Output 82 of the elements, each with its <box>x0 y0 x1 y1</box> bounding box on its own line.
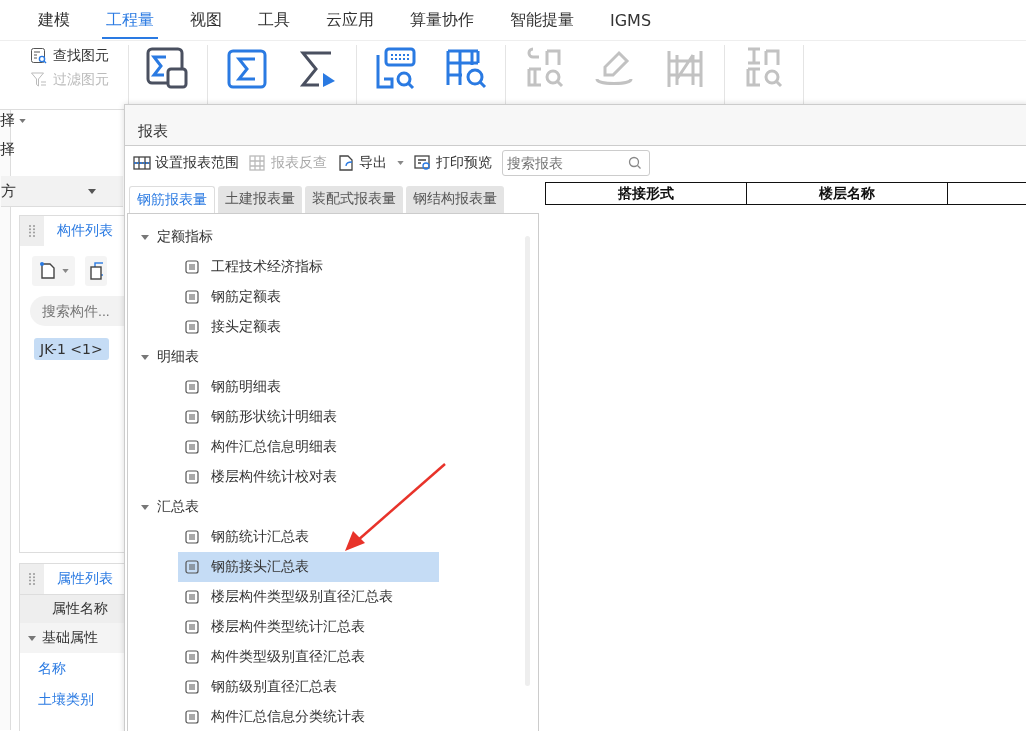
search-field[interactable]: 搜索报表 <box>502 150 650 176</box>
ribbon-label[interactable]: 择 <box>0 140 15 159</box>
tree-item[interactable]: 钢筋接头汇总表 <box>178 552 439 582</box>
report-tab[interactable]: 钢筋报表量 <box>129 186 215 213</box>
document-icon <box>185 470 199 484</box>
menu-tab[interactable]: 工具 <box>240 1 308 39</box>
tree-item[interactable]: 接头定额表 <box>178 312 439 342</box>
tree-item[interactable]: 构件汇总信息明细表 <box>178 432 439 462</box>
new-button[interactable] <box>32 256 75 286</box>
document-icon <box>185 410 199 424</box>
export-icon <box>337 154 355 172</box>
document-icon <box>185 620 199 634</box>
group-label: 汇总表 <box>157 498 199 516</box>
print-icon <box>414 154 432 172</box>
caret-icon[interactable] <box>397 161 404 165</box>
group-label: 明细表 <box>157 348 199 366</box>
document-icon <box>185 680 199 694</box>
search-icon <box>628 156 642 170</box>
menu-tab[interactable]: 算量协作 <box>392 1 492 39</box>
tree-group[interactable]: 定额指标 <box>128 222 538 252</box>
group-label: 定额指标 <box>157 228 213 246</box>
caret-icon <box>88 188 96 194</box>
caret-icon <box>62 269 69 273</box>
report-tab[interactable]: 土建报表量 <box>218 186 302 213</box>
copy-icon <box>89 261 103 281</box>
document-icon <box>185 650 199 664</box>
search-icon <box>30 47 48 65</box>
tree-item[interactable]: 构件汇总信息分类统计表 <box>178 702 439 731</box>
document-icon <box>185 530 199 544</box>
document-icon <box>185 560 199 574</box>
tree-item[interactable]: 楼层构件类型统计汇总表 <box>178 612 439 642</box>
document-icon <box>185 290 199 304</box>
toolbar-button[interactable]: 导出 <box>337 154 404 172</box>
tree-item[interactable]: 楼层构件统计校对表 <box>178 462 439 492</box>
menu-tab[interactable]: 建模 <box>38 1 88 39</box>
document-icon <box>185 440 199 454</box>
menu-tab[interactable]: 视图 <box>172 1 240 39</box>
tree-item[interactable]: 钢筋统计汇总表 <box>178 522 439 552</box>
toolbar-button[interactable]: 打印预览 <box>414 154 492 172</box>
lookup-icon <box>249 154 267 172</box>
group-label: 基础属性 <box>42 629 98 647</box>
tree-item[interactable]: 钢筋定额表 <box>178 282 439 312</box>
ribbon-label[interactable]: 择 <box>0 111 15 130</box>
drag-handle-icon[interactable] <box>29 225 35 237</box>
menu-tab[interactable]: 云应用 <box>308 1 392 39</box>
menu-tab[interactable]: IGMS <box>592 2 670 38</box>
tree-item[interactable]: 楼层构件类型级别直径汇总表 <box>178 582 439 612</box>
tree-item[interactable]: 钢筋形状统计明细表 <box>178 402 439 432</box>
column-header: 楼层名称 <box>747 183 948 204</box>
column-header: 搭接形式 <box>546 183 747 204</box>
caret-icon <box>141 504 149 510</box>
range-icon <box>133 154 151 172</box>
menu-tab[interactable]: 智能提量 <box>492 1 592 39</box>
report-tab[interactable]: 装配式报表量 <box>305 186 403 213</box>
tree-group[interactable]: 汇总表 <box>128 492 538 522</box>
document-icon <box>185 380 199 394</box>
caret-icon <box>28 635 36 641</box>
property-name: 名称 <box>37 658 67 678</box>
document-icon <box>185 260 199 274</box>
component-item[interactable]: JK-1 <1> <box>34 338 109 360</box>
tree-item[interactable]: 构件类型级别直径汇总表 <box>178 642 439 672</box>
property-name: 土壤类别 <box>37 689 95 709</box>
toolbar-button[interactable]: 设置报表范围 <box>133 154 239 172</box>
caret-icon[interactable] <box>19 118 26 123</box>
caret-icon <box>141 354 149 360</box>
menu-tab[interactable]: 工程量 <box>102 1 158 39</box>
drag-handle-icon[interactable] <box>29 573 35 585</box>
tree-item[interactable]: 工程技术经济指标 <box>178 252 439 282</box>
copy-button[interactable] <box>85 256 107 286</box>
floor-selector[interactable]: 方 <box>1 176 123 207</box>
document-icon <box>185 320 199 334</box>
caret-icon <box>141 234 149 240</box>
ribbon-button[interactable]: 查找图元 <box>30 47 128 65</box>
new-file-icon <box>38 261 58 281</box>
tree-group[interactable]: 明细表 <box>128 342 538 372</box>
filter-icon <box>30 71 48 89</box>
tree-item[interactable]: 钢筋明细表 <box>178 372 439 402</box>
document-icon <box>185 710 199 724</box>
document-icon <box>185 590 199 604</box>
tree-item[interactable]: 钢筋级别直径汇总表 <box>178 672 439 702</box>
report-tab[interactable]: 钢结构报表量 <box>406 186 504 213</box>
dialog-title: 报表 <box>125 105 1026 146</box>
